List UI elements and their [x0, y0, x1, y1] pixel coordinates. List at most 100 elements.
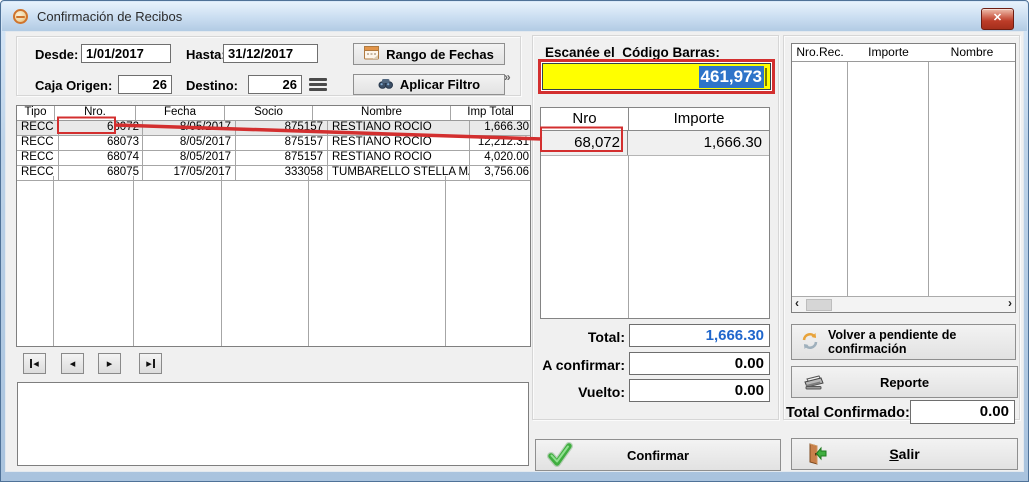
item-importe: 1,666.30 [628, 131, 769, 155]
focus-marker-icon: » [504, 70, 511, 84]
pending-table-body [792, 62, 1015, 296]
confirm-items-header: Nro Importe [541, 108, 769, 131]
salir-button[interactable]: Salir [791, 438, 1018, 470]
aplicar-filtro-button[interactable]: Aplicar Filtro [353, 74, 505, 95]
receipts-table-body: RECC680728/05/2017875157RESTIANO ROCIO1,… [17, 121, 530, 181]
col-importe[interactable]: Importe [848, 44, 929, 61]
gridline [628, 155, 629, 318]
col-nombre[interactable]: Nombre [929, 44, 1015, 61]
col-nro-rec[interactable]: Nro.Rec. [792, 44, 848, 61]
hasta-input[interactable]: 31/12/2017 [223, 44, 318, 63]
calendar-icon [364, 45, 379, 63]
receipts-table-empty-grid [17, 176, 530, 346]
scroll-right-arrow-icon[interactable]: › [1008, 297, 1012, 310]
barcode-selected-text: 461,973 [699, 66, 764, 88]
table-cell: 875157 [236, 151, 328, 165]
confirmar-button[interactable]: Confirmar [535, 439, 781, 471]
filter-icon [378, 77, 394, 93]
destino-input[interactable]: 26 [248, 75, 302, 94]
gridline [847, 62, 848, 296]
volver-label: Volver a pendiente deconfirmación [828, 328, 956, 356]
gridline [445, 176, 446, 346]
table-row[interactable]: RECC680748/05/2017875157RESTIANO ROCIO4,… [17, 151, 530, 166]
total-label: Total: [506, 329, 625, 345]
triangle-left-icon: ◂ [33, 357, 39, 370]
col-fecha[interactable]: Fecha [136, 106, 225, 120]
table-cell: 4,020.00 [470, 151, 530, 165]
scan-label: Escanée el Código Barras: [545, 45, 720, 60]
title-bar: Confirmación de Recibos ✕ [2, 2, 1027, 31]
message-textarea[interactable] [17, 382, 529, 466]
vuelto-field[interactable]: 0.00 [629, 379, 770, 402]
table-cell: 8/05/2017 [143, 136, 236, 150]
table-cell: 8/05/2017 [143, 121, 236, 135]
last-record-button[interactable]: ▸ [139, 353, 162, 374]
table-row[interactable]: RECC680728/05/2017875157RESTIANO ROCIO1,… [17, 121, 530, 136]
table-cell: 68074 [59, 151, 143, 165]
col-importe: Importe [629, 108, 769, 130]
receipts-table[interactable]: Tipo Nro. Fecha Socio Nombre Imp Total R… [16, 105, 531, 347]
total-field[interactable]: 1,666.30 [629, 324, 770, 347]
gridline [221, 176, 222, 346]
a-confirmar-field[interactable]: 0.00 [629, 352, 770, 375]
scrollbar-thumb[interactable] [806, 299, 832, 311]
table-cell: 68073 [59, 136, 143, 150]
triangle-right-icon: ▸ [107, 357, 113, 370]
table-cell: 12,212.31 [470, 136, 530, 150]
reporte-button[interactable]: Reporte [791, 366, 1018, 398]
receipts-table-header: Tipo Nro. Fecha Socio Nombre Imp Total [17, 106, 530, 121]
rango-de-fechas-label: Rango de Fechas [386, 47, 494, 62]
table-cell: 1,666.30 [470, 121, 530, 135]
app-window: Confirmación de Recibos ✕ Desde: 1/01/20… [0, 0, 1029, 482]
volver-a-pendiente-button[interactable]: Volver a pendiente deconfirmación [791, 324, 1016, 360]
caja-origen-input[interactable]: 26 [118, 75, 172, 94]
green-check-icon [546, 442, 573, 472]
horizontal-scrollbar[interactable]: ‹ › [792, 296, 1015, 312]
first-record-button[interactable]: ◂ [23, 353, 46, 374]
col-nombre[interactable]: Nombre [313, 106, 451, 120]
table-row[interactable]: RECC680738/05/2017875157RESTIANO ROCIO12… [17, 136, 530, 151]
confirmar-label: Confirmar [627, 448, 689, 463]
confirm-items-table[interactable]: Nro Importe 68,072 1,666.30 [540, 107, 770, 319]
confirm-items-empty-grid [541, 155, 769, 318]
barcode-input[interactable]: 461,973 [542, 63, 771, 90]
scroll-left-arrow-icon[interactable]: ‹ [795, 297, 799, 310]
aplicar-filtro-label: Aplicar Filtro [400, 77, 480, 92]
triangle-right-icon: ▸ [146, 357, 152, 370]
exit-door-icon [804, 441, 830, 470]
close-button[interactable]: ✕ [981, 8, 1014, 30]
hasta-label: Hasta: [186, 47, 226, 62]
table-cell: 875157 [236, 136, 328, 150]
table-cell: RECC [17, 151, 59, 165]
table-cell: RESTIANO ROCIO [328, 151, 470, 165]
vuelto-label: Vuelto: [506, 384, 625, 400]
pending-table[interactable]: Nro.Rec. Importe Nombre ‹ › [791, 43, 1016, 313]
desde-label: Desde: [35, 47, 78, 62]
table-cell: 68072 [59, 121, 143, 135]
rango-de-fechas-button[interactable]: Rango de Fechas [353, 43, 505, 65]
prev-record-button[interactable]: ◂ [61, 353, 84, 374]
barcode-annotation-box: 461,973 [538, 59, 775, 94]
destino-label: Destino: [186, 78, 238, 93]
app-icon [13, 9, 28, 24]
menu-icon[interactable] [309, 77, 327, 92]
table-cell: 875157 [236, 121, 328, 135]
col-nro: Nro [541, 108, 629, 130]
filter-groupbox: Desde: 1/01/2017 Hasta: 31/12/2017 Rango… [16, 36, 521, 96]
table-cell: 8/05/2017 [143, 151, 236, 165]
col-socio[interactable]: Socio [225, 106, 313, 120]
col-nro[interactable]: Nro. [55, 106, 136, 120]
col-imp-total[interactable]: Imp Total [451, 106, 530, 120]
col-tipo[interactable]: Tipo [17, 106, 55, 120]
a-confirmar-label: A confirmar: [506, 357, 625, 373]
reporte-label: Reporte [880, 375, 929, 390]
next-record-button[interactable]: ▸ [98, 353, 121, 374]
printer-icon [802, 370, 826, 395]
window-title: Confirmación de Recibos [37, 9, 182, 24]
desde-input[interactable]: 1/01/2017 [81, 44, 171, 63]
salir-label: Salir [889, 446, 919, 462]
confirm-item-row[interactable]: 68,072 1,666.30 [541, 131, 769, 156]
total-confirmado-field[interactable]: 0.00 [910, 400, 1015, 424]
item-nro: 68,072 [541, 131, 628, 155]
text-caret [765, 68, 767, 86]
